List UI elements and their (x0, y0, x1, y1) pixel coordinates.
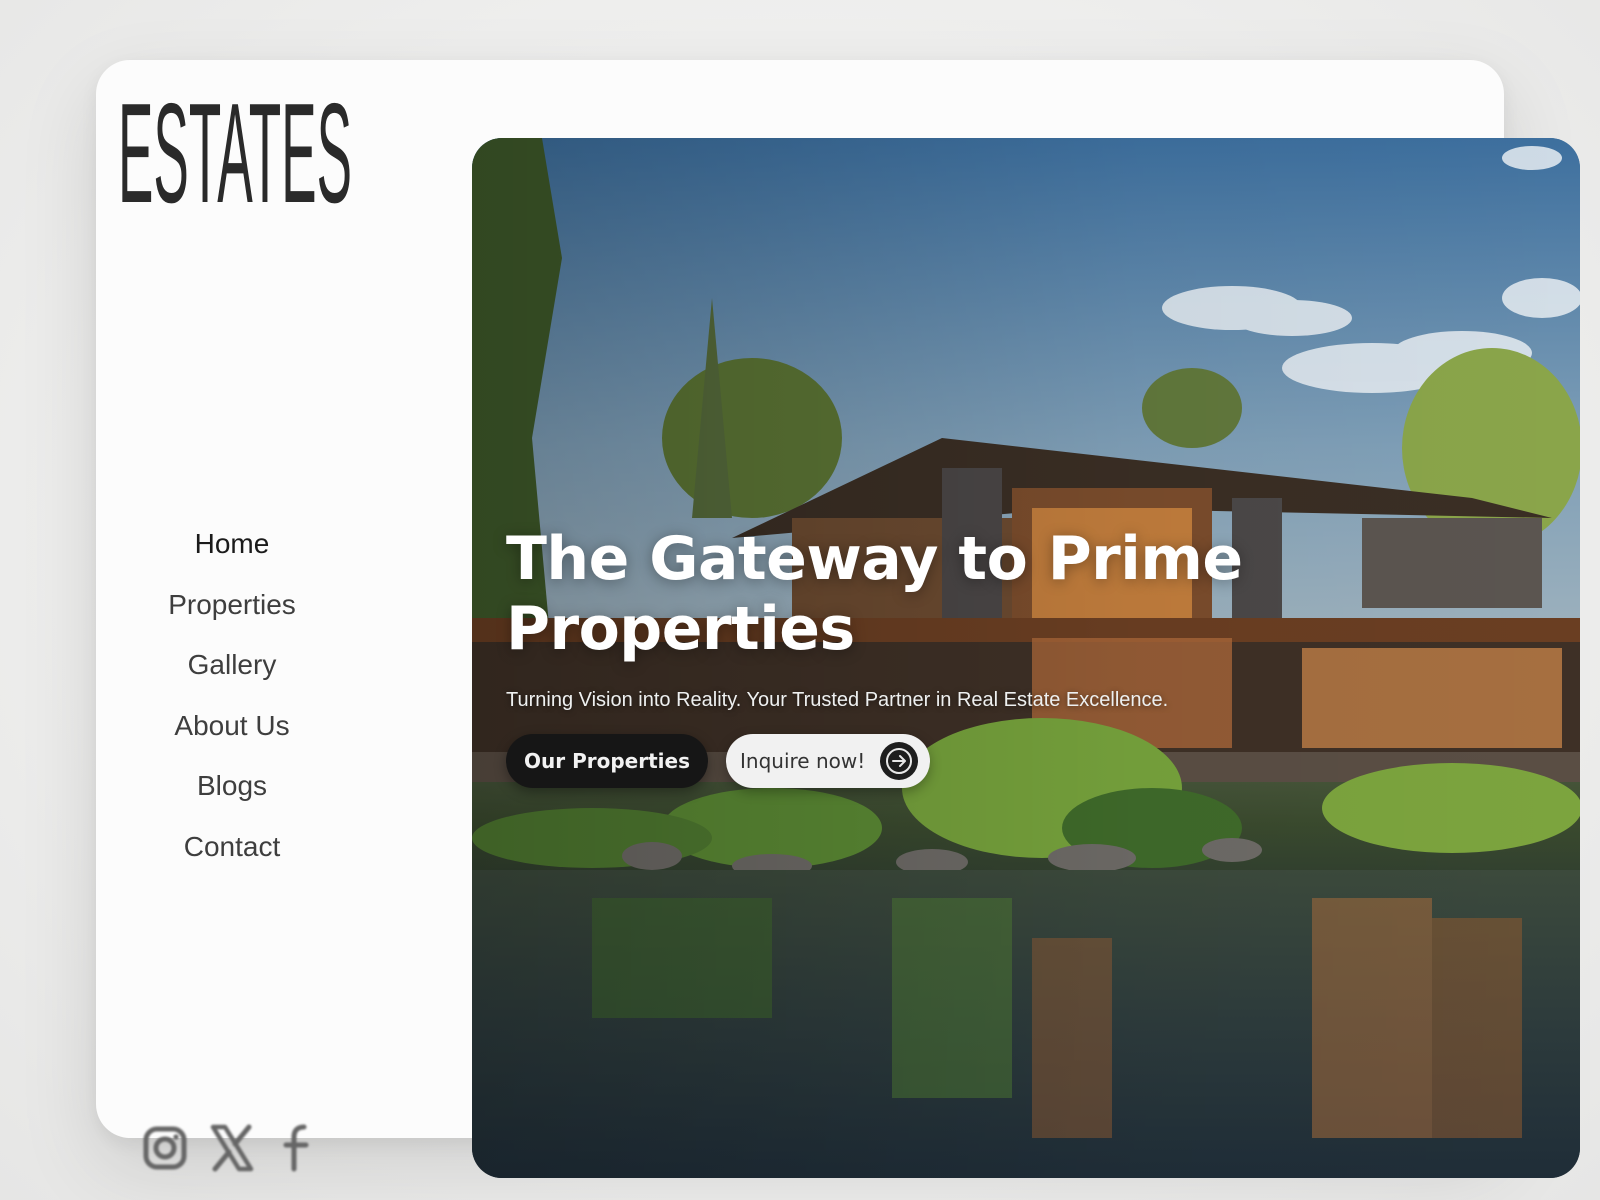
nav-item-gallery[interactable]: Gallery (188, 639, 277, 700)
main-nav: Home Properties Gallery About Us Blogs C… (132, 518, 332, 881)
brand-logo[interactable]: ESTATES (118, 82, 354, 212)
hero-subtitle: Turning Vision into Reality. Your Truste… (506, 689, 1169, 711)
our-properties-button[interactable]: Our Properties (506, 734, 708, 788)
instagram-icon[interactable] (142, 1123, 188, 1173)
our-properties-label: Our Properties (524, 749, 690, 773)
svg-text:ESTATES: ESTATES (118, 82, 352, 212)
nav-item-about-us[interactable]: About Us (174, 700, 289, 761)
hero-banner: The Gateway to Prime Properties Turning … (472, 138, 1580, 1178)
nav-item-contact[interactable]: Contact (184, 821, 281, 882)
arrow-right-icon (880, 742, 918, 780)
social-links (142, 1120, 322, 1176)
website-card: ESTATES Home Properties Gallery About Us… (96, 60, 1580, 1178)
x-icon[interactable] (209, 1123, 255, 1173)
hero-title: The Gateway to Prime Properties (506, 524, 1243, 664)
nav-item-properties[interactable]: Properties (168, 579, 296, 640)
nav-item-blogs[interactable]: Blogs (197, 760, 267, 821)
inquire-now-label: Inquire now! (740, 749, 866, 773)
inquire-now-button[interactable]: Inquire now! (726, 734, 930, 788)
nav-item-home[interactable]: Home (195, 518, 270, 579)
logo-wordmark: ESTATES (118, 82, 352, 212)
facebook-icon[interactable] (276, 1123, 322, 1173)
